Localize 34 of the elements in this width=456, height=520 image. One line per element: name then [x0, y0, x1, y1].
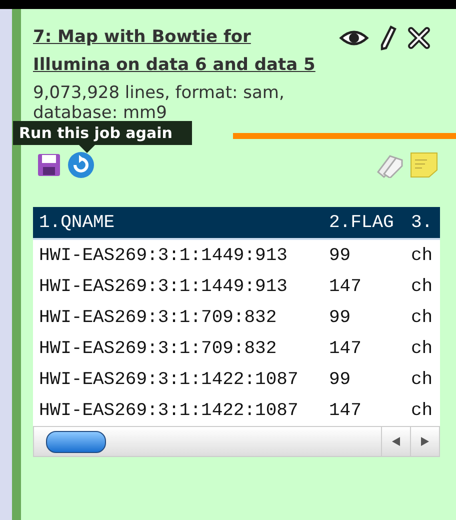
refresh-icon[interactable]	[67, 151, 95, 179]
table-cell-text: HWI-EAS269:3:1:1449:913	[38, 276, 288, 296]
table-cell-text: 147	[328, 338, 362, 358]
table-cell-text: HWI-EAS269:3:1:1422:1087	[38, 370, 300, 390]
column-header: 3.	[410, 212, 434, 232]
table-cell-text: HWI-EAS269:3:1:709:832	[38, 308, 278, 328]
table-cell-text: HWI-EAS269:3:1:709:832	[38, 338, 278, 358]
horizontal-scrollbar[interactable]	[33, 426, 440, 457]
table-cell-text: 99	[328, 308, 352, 328]
table-cell-text: 99	[328, 370, 352, 390]
table-cell-text: ch	[410, 338, 434, 358]
scroll-thumb[interactable]	[46, 430, 106, 452]
scroll-left-icon[interactable]	[392, 437, 400, 446]
table-cell-text: ch	[410, 246, 434, 266]
close-icon[interactable]	[407, 26, 431, 50]
eye-icon[interactable]	[339, 28, 369, 48]
table-cell-text: ch	[410, 400, 434, 420]
scroll-right-icon[interactable]	[421, 437, 429, 446]
dataset-database: database: mm9	[33, 103, 168, 123]
table-cell-text: ch	[410, 308, 434, 328]
column-header: 1.QNAME	[38, 212, 116, 232]
table-cell-text: ch	[410, 370, 434, 390]
table-cell-text: 147	[328, 400, 362, 420]
pencil-icon[interactable]	[379, 25, 397, 51]
dataset-title-link[interactable]: 7: Map with Bowtie for Illumina on data 6 and data 5	[33, 23, 333, 79]
table-cell-text: ch	[410, 276, 434, 296]
table-cell-text: 147	[328, 276, 362, 296]
column-header: 2.FLAG	[328, 212, 395, 232]
save-icon[interactable]	[37, 153, 61, 177]
dataset-summary: 9,073,928 lines, format: sam,	[33, 83, 286, 103]
table-cell-text: HWI-EAS269:3:1:1449:913	[38, 246, 288, 266]
table-cell-text: HWI-EAS269:3:1:1422:1087	[38, 400, 300, 420]
tooltip-pointer	[79, 145, 95, 153]
table-cell-text: 99	[328, 246, 352, 266]
